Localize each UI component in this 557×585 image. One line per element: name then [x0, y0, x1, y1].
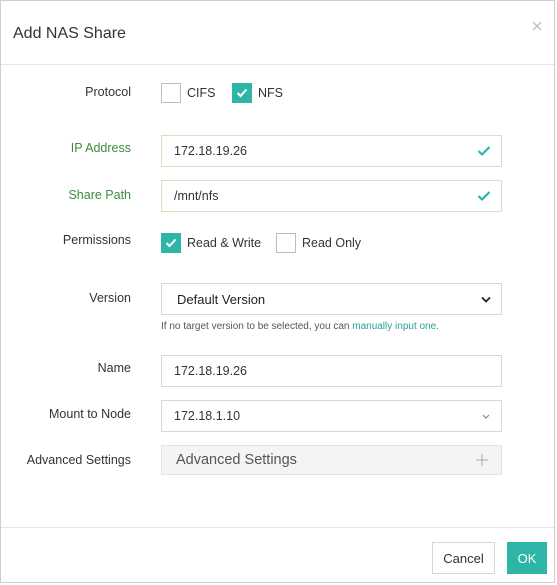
cifs-label: CIFS	[187, 86, 216, 100]
ip-address-label: IP Address	[70, 141, 131, 155]
version-hint: If no target version to be selected, you…	[161, 321, 439, 332]
share-path-label: Share Path	[68, 188, 131, 202]
read-only-label: Read Only	[302, 236, 362, 250]
add-nas-share-dialog: Add NAS Share Protocol CIFS NFS IP Addre…	[0, 0, 555, 583]
version-hint-text: If no target version to be selected, you…	[161, 321, 353, 332]
dialog-title: Add NAS Share	[13, 25, 126, 42]
share-path-value: /mnt/nfs	[174, 189, 219, 203]
share-path-input[interactable]: /mnt/nfs	[161, 180, 502, 212]
nfs-checkbox[interactable]: NFS	[232, 83, 283, 103]
version-select[interactable]: Default Version	[161, 283, 502, 315]
permissions-label: Permissions	[62, 233, 131, 247]
ip-address-value: 172.18.19.26	[174, 144, 247, 158]
close-icon[interactable]	[530, 19, 544, 33]
read-write-label: Read & Write	[187, 236, 262, 250]
valid-check-icon	[477, 146, 491, 157]
ok-button[interactable]: OK	[507, 542, 547, 574]
version-label: Version	[89, 291, 131, 305]
manual-input-link[interactable]: manually input one.	[352, 321, 439, 332]
mount-label: Mount to Node	[49, 407, 131, 421]
valid-check-icon	[477, 191, 491, 202]
read-only-checkbox[interactable]: Read Only	[276, 233, 361, 253]
version-value: Default Version	[177, 291, 266, 307]
name-value: 172.18.19.26	[174, 364, 247, 378]
chevron-down-icon	[482, 414, 490, 419]
read-only-checkbox-box[interactable]	[276, 233, 296, 253]
read-write-checkbox[interactable]: Read & Write	[161, 233, 261, 253]
advanced-settings-text: Advanced Settings	[176, 452, 297, 468]
advanced-settings-toggle[interactable]: Advanced Settings	[161, 445, 502, 475]
mount-select[interactable]: 172.18.1.10	[161, 400, 502, 432]
protocol-label: Protocol	[85, 85, 131, 99]
plus-icon	[476, 454, 488, 466]
check-icon	[165, 238, 177, 248]
cifs-checkbox[interactable]: CIFS	[161, 83, 215, 103]
nfs-label: NFS	[258, 86, 283, 100]
read-write-checkbox-box[interactable]	[161, 233, 181, 253]
cancel-button[interactable]: Cancel	[432, 542, 495, 574]
name-input[interactable]: 172.18.19.26	[161, 355, 502, 387]
advanced-label: Advanced Settings	[26, 453, 131, 467]
chevron-down-icon	[481, 296, 491, 303]
dialog-footer: Cancel OK	[1, 527, 554, 584]
nfs-checkbox-box[interactable]	[232, 83, 252, 103]
mount-value: 172.18.1.10	[174, 409, 241, 423]
cifs-checkbox-box[interactable]	[161, 83, 181, 103]
ip-address-input[interactable]: 172.18.19.26	[161, 135, 502, 167]
name-label: Name	[97, 361, 131, 375]
check-icon	[236, 88, 248, 98]
dialog-header: Add NAS Share	[1, 1, 554, 65]
